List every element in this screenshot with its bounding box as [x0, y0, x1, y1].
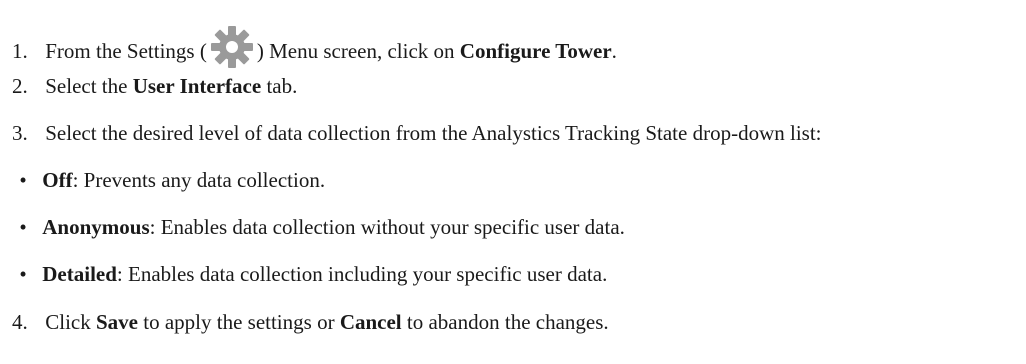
option-name: Anonymous — [42, 215, 150, 239]
option-detailed: • Detailed: Enables data collection incl… — [17, 261, 607, 287]
configure-tower-label: Configure Tower — [459, 39, 612, 63]
step-text-end: to abandon the changes. — [401, 310, 609, 334]
step-text-end: tab. — [261, 74, 298, 98]
bullet: • — [19, 262, 27, 286]
option-name: Detailed — [42, 262, 117, 286]
option-name: Off — [42, 168, 73, 192]
cancel-label: Cancel — [339, 310, 402, 334]
step-number: 1. — [12, 39, 28, 63]
option-description: : Enables data collection including your… — [116, 262, 608, 286]
step-text: Click — [45, 310, 96, 334]
step-text: From the Settings ( — [45, 39, 207, 63]
step-number: 3. — [12, 121, 28, 145]
step-text: Select the desired level of data collect… — [45, 121, 822, 145]
bullet: • — [19, 168, 27, 192]
step-text: Select the — [45, 74, 133, 98]
option-off: • Off: Prevents any data collection. — [17, 167, 325, 193]
option-description: : Prevents any data collection. — [72, 168, 326, 192]
step-text-mid: ) Menu screen, click on — [256, 39, 460, 63]
bullet: • — [19, 215, 27, 239]
step-4: 4. Click Save to apply the settings or C… — [12, 309, 609, 335]
gear-icon — [209, 24, 255, 70]
save-label: Save — [96, 310, 138, 334]
step-text-end: . — [611, 39, 617, 63]
step-1: 1. From the Settings ( ) Menu screen, cl… — [12, 24, 617, 70]
step-number: 2. — [12, 74, 28, 98]
user-interface-label: User Interface — [132, 74, 262, 98]
step-2: 2. Select the User Interface tab. — [12, 73, 297, 99]
option-description: : Enables data collection without your s… — [149, 215, 625, 239]
step-text-mid: to apply the settings or — [138, 310, 340, 334]
step-3: 3. Select the desired level of data coll… — [12, 120, 822, 146]
step-number: 4. — [12, 310, 28, 334]
option-anonymous: • Anonymous: Enables data collection wit… — [17, 214, 625, 240]
